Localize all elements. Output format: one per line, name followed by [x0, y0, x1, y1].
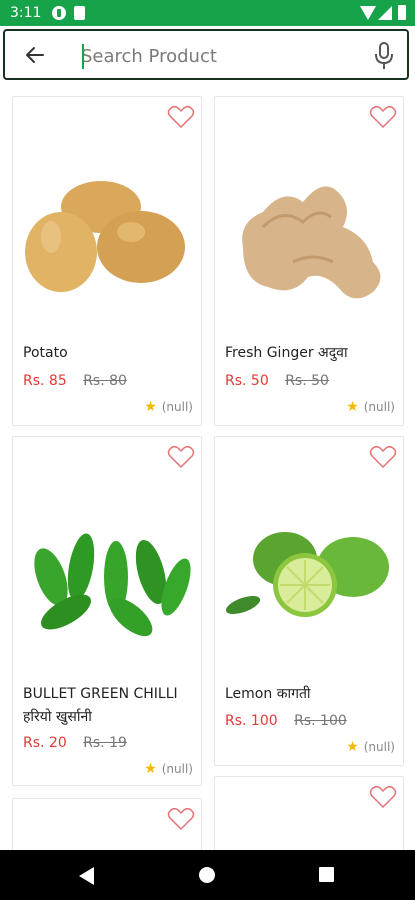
product-price: Rs. 100: [225, 713, 278, 729]
product-card[interactable]: Potato Rs. 85 Rs. 80 ★ (null): [12, 96, 202, 426]
product-name: BULLET GREEN CHILLI हरियो खुर्सानी: [23, 686, 178, 725]
product-prices: Rs. 100 Rs. 100: [225, 713, 347, 729]
product-mrp: Rs. 100: [294, 713, 347, 729]
product-rating: ★ (null): [346, 399, 395, 415]
product-name: Lemon कागती: [225, 686, 311, 702]
notification-icon: [52, 6, 66, 20]
star-icon: ★: [144, 761, 157, 777]
nav-recents-icon[interactable]: [319, 867, 334, 882]
product-prices: Rs. 20 Rs. 19: [23, 735, 127, 751]
product-name: Fresh Ginger अदुवा: [225, 345, 348, 361]
sim-card-icon: [74, 6, 85, 20]
wifi-icon: [360, 6, 376, 20]
heart-icon[interactable]: [167, 105, 195, 129]
heart-icon[interactable]: [369, 105, 397, 129]
star-icon: ★: [346, 739, 359, 755]
rating-value: (null): [363, 400, 395, 414]
heart-icon[interactable]: [369, 785, 397, 809]
battery-icon: [398, 5, 406, 20]
arrow-left-icon[interactable]: [23, 43, 47, 67]
heart-icon[interactable]: [369, 445, 397, 469]
status-bar: 3:11: [0, 0, 415, 26]
nav-back-icon[interactable]: [79, 867, 94, 885]
product-price: Rs. 20: [23, 735, 67, 751]
product-mrp: Rs. 19: [83, 735, 127, 751]
search-input[interactable]: [81, 43, 351, 69]
product-name: Potato: [23, 345, 68, 361]
product-rating: ★ (null): [346, 739, 395, 755]
lemon-image: [225, 532, 389, 617]
nav-home-icon[interactable]: [199, 867, 215, 883]
heart-icon[interactable]: [167, 445, 195, 469]
product-grid[interactable]: Potato Rs. 85 Rs. 80 ★ (null) Fresh Ginge…: [0, 86, 415, 850]
product-card[interactable]: [214, 776, 404, 850]
product-prices: Rs. 50 Rs. 50: [225, 373, 329, 389]
product-rating: ★ (null): [144, 761, 193, 777]
rating-value: (null): [363, 740, 395, 754]
status-time: 3:11: [10, 5, 42, 21]
product-mrp: Rs. 50: [285, 373, 329, 389]
product-card[interactable]: [12, 798, 202, 850]
product-card[interactable]: Fresh Ginger अदुवा Rs. 50 Rs. 50 ★ (null): [214, 96, 404, 426]
heart-icon[interactable]: [167, 807, 195, 831]
microphone-icon[interactable]: [373, 41, 395, 71]
cell-signal-icon: [378, 6, 392, 20]
product-price: Rs. 85: [23, 373, 67, 389]
star-icon: ★: [144, 399, 157, 415]
product-rating: ★ (null): [144, 399, 193, 415]
product-prices: Rs. 85 Rs. 80: [23, 373, 127, 389]
rating-value: (null): [161, 762, 193, 776]
ginger-image: [242, 186, 381, 299]
product-card[interactable]: BULLET GREEN CHILLI हरियो खुर्सानी Rs. 2…: [12, 436, 202, 786]
product-card[interactable]: Lemon कागती Rs. 100 Rs. 100 ★ (null): [214, 436, 404, 766]
system-nav-bar: [0, 850, 415, 900]
chilli-image: [34, 533, 191, 637]
product-price: Rs. 50: [225, 373, 269, 389]
product-mrp: Rs. 80: [83, 373, 127, 389]
rating-value: (null): [161, 400, 193, 414]
potato-image: [25, 181, 185, 292]
star-icon: ★: [346, 399, 359, 415]
text-cursor: [82, 44, 84, 69]
search-bar: [3, 29, 409, 80]
